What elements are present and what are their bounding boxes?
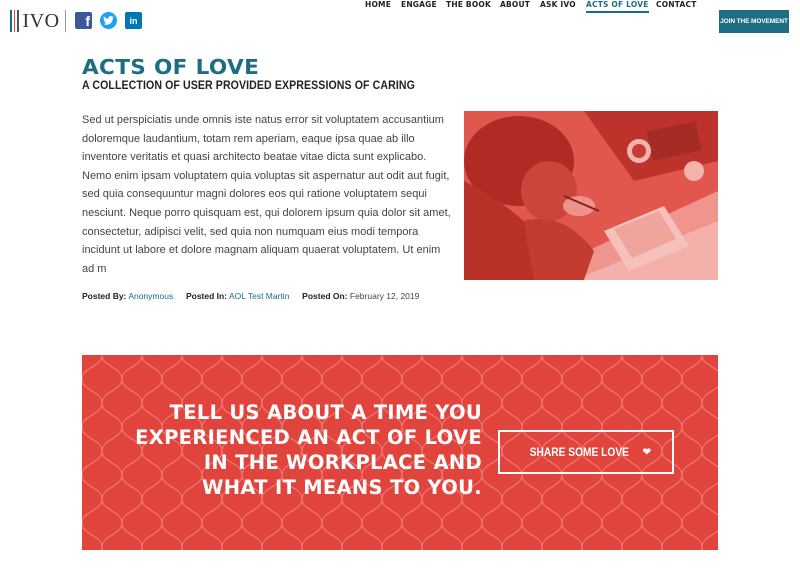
- posted-on-label: Posted On:: [302, 291, 348, 301]
- logo-text: IVO: [22, 9, 60, 32]
- nav-home[interactable]: HOME: [365, 0, 391, 9]
- posted-in-label: Posted In:: [185, 291, 228, 301]
- nav-acts-of-love[interactable]: ACTS OF LOVE: [586, 0, 649, 13]
- logo-bars: [10, 10, 19, 32]
- nav-contact[interactable]: CONTACT: [656, 0, 697, 9]
- twitter-bird-glyph: [103, 16, 114, 25]
- posted-by-link[interactable]: Anonymous: [128, 291, 173, 301]
- nav-about[interactable]: ABOUT: [500, 0, 530, 9]
- nav-the-book[interactable]: THE BOOK: [446, 0, 491, 9]
- site-header: IVO f in HOME ENGAGE THE BOOK ABOUT ASK …: [0, 0, 800, 44]
- nav-ask-ivo[interactable]: ASK IVO: [540, 0, 576, 9]
- cta-line: EXPERIENCED AN ACT OF LOVE: [135, 426, 482, 449]
- post-meta: Posted By: Anonymous Posted In: AOL Test…: [82, 291, 419, 301]
- logo-divider: [65, 10, 66, 32]
- posted-by-label: Posted By:: [82, 291, 127, 301]
- share-button-label: SHARE SOME LOVE: [529, 445, 629, 459]
- join-the-movement-button[interactable]: JOIN THE MOVEMENT: [719, 10, 789, 33]
- cta-line: IN THE WORKPLACE AND: [203, 451, 482, 474]
- linkedin-icon[interactable]: in: [125, 12, 142, 29]
- post-image: [464, 111, 718, 280]
- post-image-illustration: [464, 111, 718, 280]
- heart-icon: ❤: [642, 446, 652, 458]
- twitter-icon[interactable]: [100, 12, 117, 29]
- posted-in-link[interactable]: AOL Test Martin: [229, 291, 289, 301]
- cta-headline: TELL US ABOUT A TIME YOU EXPERIENCED AN …: [102, 400, 482, 500]
- cta-banner: TELL US ABOUT A TIME YOU EXPERIENCED AN …: [82, 355, 718, 550]
- page-title: ACTS OF LOVE: [82, 55, 260, 79]
- facebook-icon[interactable]: f: [75, 12, 92, 29]
- ivo-logo[interactable]: IVO: [10, 9, 60, 33]
- share-some-love-button[interactable]: SHARE SOME LOVE ❤: [498, 430, 674, 474]
- cta-line: TELL US ABOUT A TIME YOU: [169, 401, 482, 424]
- page-subtitle: A COLLECTION OF USER PROVIDED EXPRESSION…: [82, 80, 415, 92]
- nav-engage[interactable]: ENGAGE: [401, 0, 437, 9]
- post-body: Sed ut perspiciatis unde omnis iste natu…: [82, 114, 451, 275]
- cta-line: WHAT IT MEANS TO YOU.: [201, 476, 482, 499]
- posted-on-date: February 12, 2019: [349, 291, 420, 301]
